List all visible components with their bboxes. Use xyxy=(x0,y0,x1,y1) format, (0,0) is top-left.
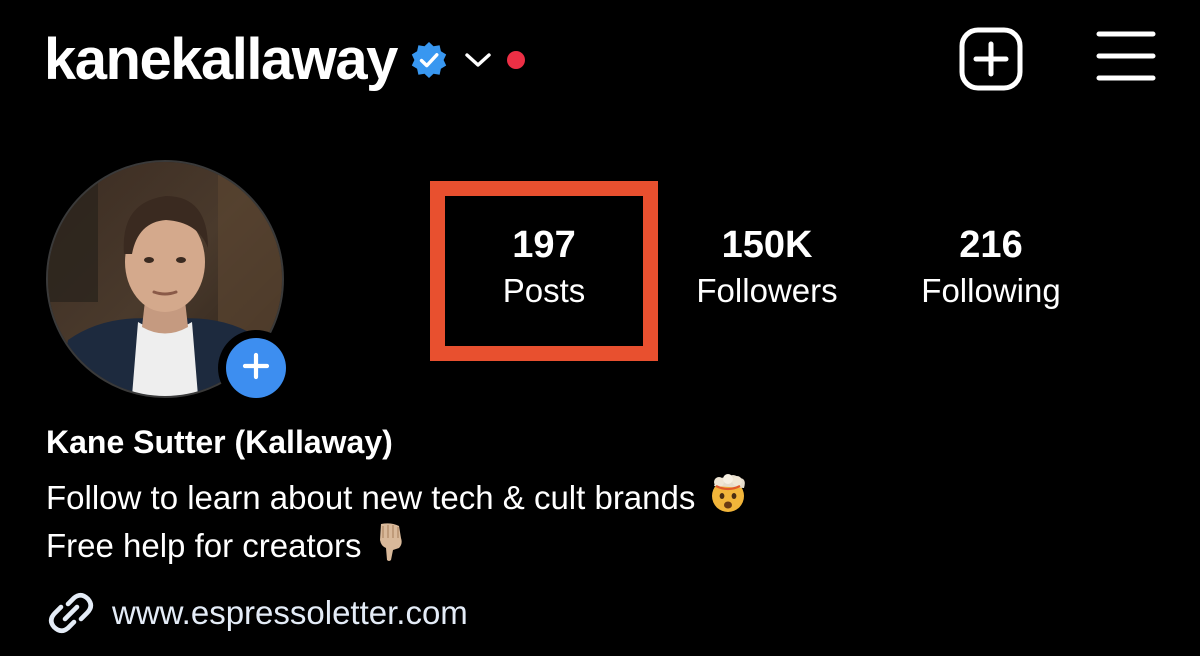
exploding-head-emoji-icon xyxy=(707,472,749,523)
profile-screen: kanekallaway 197 Posts 150K Followers 21… xyxy=(0,0,1200,656)
posts-label: Posts xyxy=(502,272,586,309)
pointing-down-emoji-icon xyxy=(373,520,409,571)
hamburger-menu-icon xyxy=(1096,31,1156,88)
chevron-down-icon xyxy=(463,50,493,70)
following-count: 216 xyxy=(959,224,1023,266)
followers-count: 150K xyxy=(721,224,813,266)
followers-label: Followers xyxy=(696,272,838,309)
plus-icon xyxy=(241,351,271,386)
followers-stat[interactable]: 150K Followers xyxy=(672,226,862,307)
username: kanekallaway xyxy=(44,27,398,92)
bio-line-1-text: Follow to learn about new tech & cult br… xyxy=(46,478,696,516)
notification-dot-icon xyxy=(506,51,525,69)
posts-stat[interactable]: 197 Posts xyxy=(454,226,634,307)
bio-line-2-text: Free help for creators xyxy=(46,526,362,564)
add-story-badge xyxy=(226,338,286,398)
posts-count: 197 xyxy=(512,224,576,266)
plus-square-icon xyxy=(958,27,1024,96)
add-story-button[interactable] xyxy=(218,330,294,406)
account-switcher[interactable]: kanekallaway xyxy=(44,22,525,98)
verified-badge-icon xyxy=(409,40,449,80)
new-post-button[interactable] xyxy=(958,26,1024,92)
display-name: Kane Sutter (Kallaway) xyxy=(46,424,393,460)
menu-button[interactable] xyxy=(1096,28,1156,84)
website-link[interactable]: www.espressoletter.com xyxy=(46,590,468,636)
link-url: www.espressoletter.com xyxy=(112,594,468,631)
bio-line-2: Free help for creators xyxy=(46,520,409,571)
following-stat[interactable]: 216 Following xyxy=(898,226,1084,307)
profile-header: kanekallaway xyxy=(0,0,1200,120)
link-icon xyxy=(46,590,96,636)
following-label: Following xyxy=(921,272,1061,309)
bio-line-1: Follow to learn about new tech & cult br… xyxy=(46,472,749,523)
